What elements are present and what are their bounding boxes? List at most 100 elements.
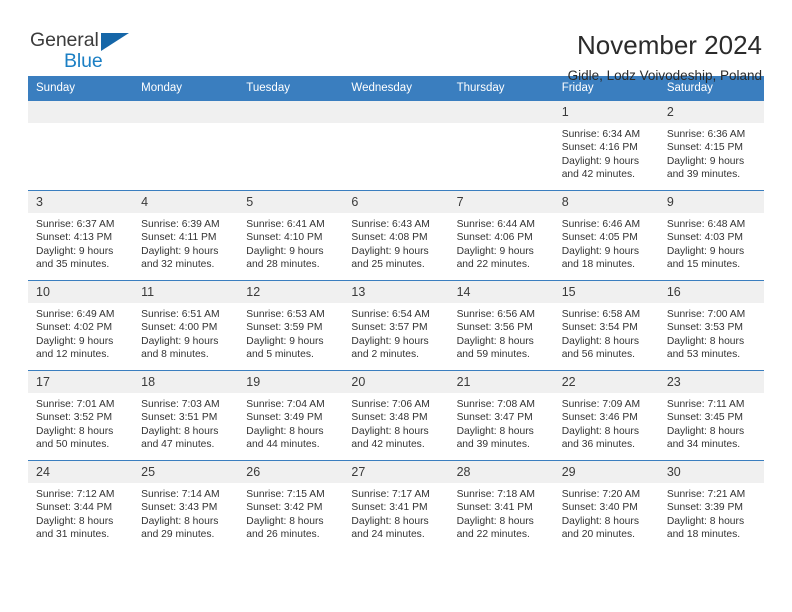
day-info-line: Daylight: 9 hours: [351, 245, 429, 257]
day-info-line: and 24 minutes.: [351, 528, 425, 540]
day-info-line: Daylight: 8 hours: [561, 515, 639, 527]
day-info-line: Sunrise: 6:49 AM: [36, 309, 115, 320]
day-info-line: and 2 minutes.: [351, 348, 419, 360]
calendar-day-cell[interactable]: 16 Sunrise: 7:00 AM Sunset: 3:53 PM Dayligh…: [658, 280, 764, 371]
calendar-day-cell[interactable]: 15 Sunrise: 6:58 AM Sunset: 3:54 PM Dayligh…: [553, 280, 659, 371]
day-info-line: Sunrise: 7:08 AM: [456, 399, 535, 410]
day-info-line: Daylight: 8 hours: [351, 515, 429, 527]
day-info-line: and 47 minutes.: [141, 438, 215, 450]
day-number: 29: [553, 461, 659, 483]
day-sun-info: Sunrise: 6:41 AM Sunset: 4:10 PM Daylight:…: [238, 213, 343, 271]
day-number: 25: [133, 461, 239, 483]
day-info-line: Daylight: 8 hours: [666, 515, 745, 527]
day-info-line: and 35 minutes.: [36, 258, 110, 270]
day-sun-info: Sunrise: 6:43 AM Sunset: 4:08 PM Daylight:…: [343, 213, 448, 271]
day-info-line: Sunset: 3:42 PM: [246, 502, 323, 514]
day-sun-info: Sunrise: 7:12 AM Sunset: 3:44 PM Daylight:…: [28, 483, 133, 541]
title-block: November 2024 Gidle, Lodz Voivodeship, P…: [568, 30, 764, 85]
calendar-day-cell[interactable]: 6 Sunrise: 6:43 AM Sunset: 4:08 PM Daylight…: [343, 190, 449, 281]
calendar-day-cell[interactable]: 10 Sunrise: 6:49 AM Sunset: 4:02 PM Dayligh…: [28, 280, 134, 371]
triangle-icon: [101, 33, 129, 51]
calendar-day-cell[interactable]: 2 Sunrise: 6:36 AM Sunset: 4:15 PM Daylight…: [658, 100, 764, 191]
calendar-day-cell[interactable]: 14 Sunrise: 6:56 AM Sunset: 3:56 PM Dayligh…: [448, 280, 554, 371]
day-sun-info: Sunrise: 6:56 AM Sunset: 3:56 PM Daylight:…: [449, 303, 554, 361]
weekday-header-thursday: Thursday: [448, 76, 554, 101]
day-info-line: Daylight: 8 hours: [246, 515, 324, 527]
day-sun-info: Sunrise: 7:06 AM Sunset: 3:48 PM Daylight:…: [343, 393, 448, 451]
day-info-line: Sunrise: 7:20 AM: [561, 489, 641, 500]
calendar-day-cell[interactable]: 22 Sunrise: 7:09 AM Sunset: 3:46 PM Dayligh…: [553, 370, 659, 461]
weekday-header-monday: Monday: [133, 76, 239, 101]
day-info-line: Sunrise: 6:48 AM: [666, 219, 746, 230]
day-info-line: Sunset: 3:40 PM: [561, 502, 638, 514]
day-info-line: and 42 minutes.: [561, 168, 635, 180]
calendar-page: General Blue November 2024 Gidle, Lodz V…: [0, 0, 792, 612]
calendar-day-cell[interactable]: 25 Sunrise: 7:14 AM Sunset: 3:43 PM Dayligh…: [133, 460, 239, 551]
calendar-day-cell-empty: [343, 100, 449, 191]
brand-logo[interactable]: General Blue: [28, 30, 150, 76]
calendar-day-cell[interactable]: 27 Sunrise: 7:17 AM Sunset: 3:41 PM Dayligh…: [343, 460, 449, 551]
day-number: 13: [343, 281, 449, 303]
day-sun-info: Sunrise: 7:15 AM Sunset: 3:42 PM Daylight:…: [238, 483, 343, 541]
day-info-line: Daylight: 8 hours: [36, 515, 114, 527]
day-info-line: Daylight: 9 hours: [456, 245, 534, 257]
calendar-day-cell[interactable]: 28 Sunrise: 7:18 AM Sunset: 3:41 PM Dayligh…: [448, 460, 554, 551]
day-info-line: Daylight: 9 hours: [561, 245, 639, 257]
day-sun-info: Sunrise: 6:51 AM Sunset: 4:00 PM Daylight:…: [133, 303, 238, 361]
day-info-line: Sunrise: 7:04 AM: [246, 399, 325, 410]
day-info-line: Daylight: 9 hours: [351, 335, 429, 347]
day-info-line: Sunrise: 6:56 AM: [456, 309, 535, 320]
day-info-line: Sunset: 3:47 PM: [456, 412, 533, 424]
calendar-day-cell[interactable]: 8 Sunrise: 6:46 AM Sunset: 4:05 PM Daylight…: [553, 190, 659, 281]
day-info-line: Daylight: 8 hours: [666, 335, 745, 347]
calendar-day-cell[interactable]: 13 Sunrise: 6:54 AM Sunset: 3:57 PM Dayligh…: [343, 280, 449, 371]
day-info-line: Sunset: 3:48 PM: [351, 412, 428, 424]
day-info-line: Sunrise: 7:01 AM: [36, 399, 115, 410]
day-info-line: Daylight: 8 hours: [141, 425, 219, 437]
calendar-day-cell[interactable]: 7 Sunrise: 6:44 AM Sunset: 4:06 PM Daylight…: [448, 190, 554, 281]
day-number: 23: [658, 371, 764, 393]
day-info-line: Sunrise: 6:51 AM: [141, 309, 220, 320]
calendar-day-cell-empty: [28, 100, 134, 191]
day-info-line: Daylight: 9 hours: [36, 335, 114, 347]
calendar-body: 1 Sunrise: 6:34 AM Sunset: 4:16 PM Daylight…: [28, 100, 764, 551]
calendar-day-cell[interactable]: 23 Sunrise: 7:11 AM Sunset: 3:45 PM Dayligh…: [658, 370, 764, 461]
weekday-header-tuesday: Tuesday: [238, 76, 344, 101]
calendar-day-cell[interactable]: 12 Sunrise: 6:53 AM Sunset: 3:59 PM Dayligh…: [238, 280, 344, 371]
calendar-day-cell[interactable]: 26 Sunrise: 7:15 AM Sunset: 3:42 PM Dayligh…: [238, 460, 344, 551]
day-info-line: Daylight: 9 hours: [561, 155, 639, 167]
day-sun-info: Sunrise: 7:17 AM Sunset: 3:41 PM Daylight:…: [343, 483, 448, 541]
day-info-line: and 34 minutes.: [666, 438, 741, 450]
calendar-day-cell[interactable]: 24 Sunrise: 7:12 AM Sunset: 3:44 PM Dayligh…: [28, 460, 134, 551]
calendar-day-cell[interactable]: 30 Sunrise: 7:21 AM Sunset: 3:39 PM Dayligh…: [658, 460, 764, 551]
day-info-line: Sunrise: 7:12 AM: [36, 489, 115, 500]
day-info-line: Sunset: 4:06 PM: [456, 232, 533, 244]
calendar-day-cell[interactable]: 19 Sunrise: 7:04 AM Sunset: 3:49 PM Dayligh…: [238, 370, 344, 461]
day-info-line: Daylight: 8 hours: [36, 425, 114, 437]
calendar-day-cell[interactable]: 3 Sunrise: 6:37 AM Sunset: 4:13 PM Daylight…: [28, 190, 134, 281]
calendar-day-cell[interactable]: 5 Sunrise: 6:41 AM Sunset: 4:10 PM Daylight…: [238, 190, 344, 281]
day-info-line: Sunset: 3:43 PM: [141, 502, 218, 514]
calendar-day-cell[interactable]: 4 Sunrise: 6:39 AM Sunset: 4:11 PM Daylight…: [133, 190, 239, 281]
calendar-week-row: 3 Sunrise: 6:37 AM Sunset: 4:13 PM Daylight…: [28, 190, 764, 281]
day-number: 6: [343, 191, 449, 213]
day-info-line: Daylight: 8 hours: [456, 425, 534, 437]
calendar-day-cell[interactable]: 11 Sunrise: 6:51 AM Sunset: 4:00 PM Dayligh…: [133, 280, 239, 371]
calendar-day-cell[interactable]: 18 Sunrise: 7:03 AM Sunset: 3:51 PM Dayligh…: [133, 370, 239, 461]
calendar-day-cell[interactable]: 1 Sunrise: 6:34 AM Sunset: 4:16 PM Daylight…: [553, 100, 659, 191]
calendar-day-cell[interactable]: 29 Sunrise: 7:20 AM Sunset: 3:40 PM Dayligh…: [553, 460, 659, 551]
calendar-day-cell[interactable]: 21 Sunrise: 7:08 AM Sunset: 3:47 PM Dayligh…: [448, 370, 554, 461]
day-info-line: Sunset: 3:56 PM: [456, 322, 533, 334]
brand-name-general: General: [30, 29, 99, 51]
calendar-day-cell[interactable]: 17 Sunrise: 7:01 AM Sunset: 3:52 PM Dayligh…: [28, 370, 134, 461]
calendar-day-cell[interactable]: 20 Sunrise: 7:06 AM Sunset: 3:48 PM Dayligh…: [343, 370, 449, 461]
day-info-line: Sunset: 3:51 PM: [141, 412, 218, 424]
day-info-line: Daylight: 9 hours: [666, 155, 745, 167]
day-number: [238, 101, 344, 123]
day-info-line: and 22 minutes.: [456, 258, 530, 270]
calendar-day-cell[interactable]: 9 Sunrise: 6:48 AM Sunset: 4:03 PM Daylight…: [658, 190, 764, 281]
day-sun-info: Sunrise: 7:21 AM Sunset: 3:39 PM Daylight:…: [659, 483, 764, 541]
day-number: 18: [133, 371, 239, 393]
day-info-line: and 36 minutes.: [561, 438, 635, 450]
day-info-line: Sunrise: 6:37 AM: [36, 219, 115, 230]
